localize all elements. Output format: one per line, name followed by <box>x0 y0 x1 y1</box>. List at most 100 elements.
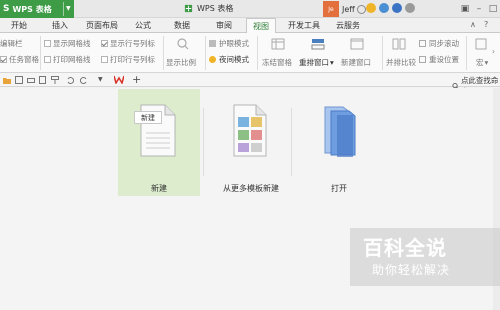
app-menu-button[interactable]: S WPS 表格 ▼ <box>0 0 74 18</box>
tab-review[interactable]: 审阅 <box>216 20 232 31</box>
sync-scroll-button[interactable]: 同步滚动 <box>419 38 459 49</box>
side-by-side-button[interactable]: 并排比较 <box>386 57 416 68</box>
maximize-icon[interactable]: □ <box>486 0 500 18</box>
arrange-windows-icon[interactable] <box>311 38 325 50</box>
chevron-down-icon[interactable]: ▼ <box>98 76 106 84</box>
window-controls: ▣ – □ <box>458 0 500 18</box>
tile-label: 新建 <box>151 184 167 193</box>
collapse-ribbon-icon[interactable]: ∧ <box>470 20 476 29</box>
window-title-text: WPS 表格 <box>197 4 234 13</box>
add-tab-button[interactable]: + <box>132 73 142 86</box>
task-pane-checkbox[interactable] <box>0 56 7 63</box>
watermark: 百科全说 助你轻松解决 <box>350 228 500 286</box>
window-title: WPS 表格 <box>184 3 233 14</box>
skin-icon[interactable] <box>366 3 376 13</box>
new-document-label-box: 新建 <box>134 111 162 124</box>
tile-divider <box>291 108 292 176</box>
restore-icon[interactable]: ▣ <box>458 0 472 18</box>
tab-insert[interactable]: 插入 <box>52 20 68 31</box>
share-icon[interactable] <box>379 3 389 13</box>
divider <box>205 36 206 70</box>
new-window-icon[interactable] <box>350 38 364 50</box>
tab-developer[interactable]: 开发工具 <box>288 20 320 31</box>
wps-logo-icon: S <box>3 4 10 14</box>
print-headers-checkbox[interactable] <box>101 56 108 63</box>
folder-open-icon <box>324 106 356 157</box>
redo-icon[interactable] <box>80 76 88 84</box>
tile-divider <box>203 108 204 176</box>
divider <box>257 36 258 70</box>
tab-cloud[interactable]: 云服务 <box>336 20 360 31</box>
help-icon[interactable] <box>392 3 402 13</box>
chevron-down-icon[interactable]: ▼ <box>66 5 71 12</box>
title-bar: S WPS 表格 ▼ WPS 表格 Je Jeff ▣ – □ <box>0 0 500 18</box>
new-from-template-tile[interactable]: 从更多模板新建 <box>212 89 290 196</box>
new-document-tile[interactable]: 新建 新建 <box>118 89 200 196</box>
save-icon[interactable] <box>15 76 23 84</box>
app-menu-divider <box>63 2 64 16</box>
quick-access-toolbar: ▼ + 点此查找命令 <box>0 73 500 96</box>
folder-icon[interactable] <box>3 76 11 84</box>
tile-label: 从更多模板新建 <box>223 184 279 193</box>
app-name: WPS 表格 <box>12 4 52 14</box>
reset-position-button[interactable]: 重设位置 <box>419 54 459 65</box>
tab-formulas[interactable]: 公式 <box>135 20 151 31</box>
new-document-icon-text: 新建 <box>141 113 155 122</box>
print-icon[interactable] <box>27 76 35 84</box>
tab-view[interactable]: 视图 <box>246 18 276 34</box>
print-headers-toggle[interactable]: 打印行号列标 <box>101 54 155 65</box>
tab-data[interactable]: 数据 <box>174 20 190 31</box>
freeze-panes-button[interactable]: 冻结窗格 <box>262 57 292 68</box>
print-preview-icon[interactable] <box>39 76 47 84</box>
night-mode-button[interactable]: 夜间模式 <box>209 54 249 65</box>
divider <box>163 36 164 70</box>
moon-icon <box>209 56 216 63</box>
user-status-icon <box>356 4 366 14</box>
magnifier-icon[interactable] <box>176 38 190 50</box>
chevron-down-icon: ▾ <box>330 58 334 67</box>
minimize-icon[interactable]: – <box>472 0 486 18</box>
titlebar-tools <box>366 3 415 13</box>
arrange-windows-button[interactable]: 重排窗口 ▾ <box>299 57 334 68</box>
menu-bar: 开始 插入 页面布局 公式 数据 审阅 视图 开发工具 云服务 ∧ ? <box>0 18 500 34</box>
user-account[interactable]: Je Jeff <box>323 0 366 18</box>
tab-page-layout[interactable]: 页面布局 <box>86 20 118 31</box>
show-grid-checkbox[interactable] <box>44 40 51 47</box>
print-grid-toggle[interactable]: 打印网格线 <box>44 54 91 65</box>
ribbon-scroll-right[interactable]: › <box>492 47 495 56</box>
show-headers-toggle[interactable]: 显示行号列标 <box>101 38 155 49</box>
watermark-subtitle: 助你轻松解决 <box>372 263 451 277</box>
eye-icon <box>209 40 216 47</box>
new-window-button[interactable]: 新建窗口 <box>341 57 371 68</box>
print-grid-checkbox[interactable] <box>44 56 51 63</box>
watermark-title: 百科全说 <box>363 236 447 260</box>
divider <box>466 36 467 70</box>
sync-scroll-icon <box>419 40 426 47</box>
avatar[interactable]: Je <box>323 1 339 17</box>
side-by-side-icon[interactable] <box>392 38 406 50</box>
eye-mode-button[interactable]: 护眼模式 <box>209 38 249 49</box>
freeze-panes-icon[interactable] <box>271 38 285 50</box>
reset-position-icon <box>419 56 426 63</box>
ribbon-view: 编辑栏 任务窗格 显示网格线 显示行号列标 打印网格线 打印行号列标 显示比例 … <box>0 33 500 73</box>
macro-icon[interactable] <box>474 38 488 50</box>
tab-home[interactable]: 开始 <box>11 20 27 31</box>
settings-icon[interactable] <box>405 3 415 13</box>
template-document-icon <box>233 104 267 157</box>
tile-label: 打开 <box>331 184 347 193</box>
task-pane-toggle[interactable]: 任务窗格 <box>0 54 39 65</box>
open-file-tile[interactable]: 打开 <box>300 89 378 196</box>
macro-button[interactable]: 宏 ▾ <box>476 57 488 68</box>
edit-bar-toggle[interactable]: 编辑栏 <box>0 38 23 49</box>
user-name[interactable]: Jeff <box>342 5 355 14</box>
zoom-button[interactable]: 显示比例 <box>166 57 196 68</box>
show-grid-toggle[interactable]: 显示网格线 <box>44 38 91 49</box>
format-painter-icon[interactable] <box>51 76 59 84</box>
show-headers-checkbox[interactable] <box>101 40 108 47</box>
divider <box>382 36 383 70</box>
divider <box>40 36 41 70</box>
wps-office-icon[interactable] <box>114 75 124 84</box>
help-icon[interactable]: ? <box>484 20 488 29</box>
undo-icon[interactable] <box>66 76 74 84</box>
spreadsheet-icon <box>184 4 193 13</box>
